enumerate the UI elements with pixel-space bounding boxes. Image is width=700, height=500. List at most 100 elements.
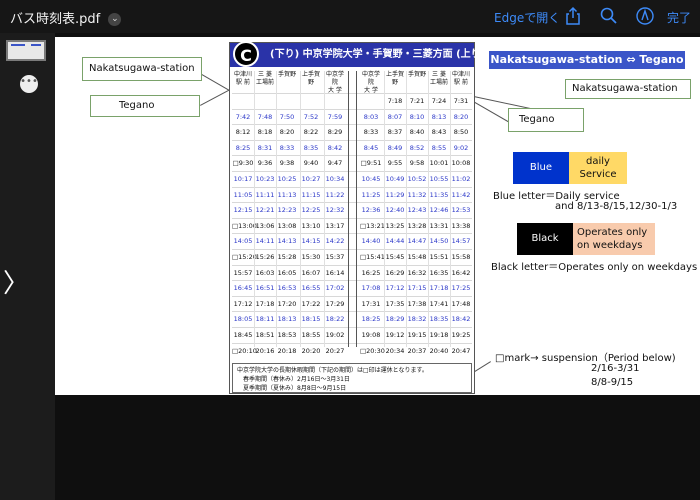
time-cell: 12:40 bbox=[385, 206, 405, 215]
time-cell: 8:43 bbox=[431, 128, 447, 137]
note-line: 中京学院大学の長期休暇期間（下記の期間）は□印は運休となります。 bbox=[237, 367, 428, 374]
legend-blue-box: Blue bbox=[513, 152, 569, 184]
time-cell: 20:34 bbox=[385, 346, 405, 355]
time-cell: 8:50 bbox=[453, 128, 469, 137]
time-cell: 13:38 bbox=[451, 221, 471, 230]
time-cell: 8:25 bbox=[235, 143, 251, 152]
time-cell: 8:45 bbox=[363, 143, 379, 152]
table-row: 12:15 12:21 12:23 12:25 12:32 12:36 12:40 12:43… bbox=[230, 204, 474, 216]
time-cell: 11:11 bbox=[255, 190, 275, 199]
time-cell: 20:27 bbox=[325, 346, 345, 355]
time-cell: □15:20 bbox=[232, 253, 257, 261]
time-cell: 17:35 bbox=[385, 299, 405, 308]
time-cell: 7:52 bbox=[303, 112, 319, 121]
grid-line bbox=[232, 342, 472, 344]
grid-line bbox=[232, 280, 472, 282]
time-cell: 14:22 bbox=[325, 237, 345, 246]
more-icon[interactable]: ••• bbox=[20, 75, 38, 93]
time-cell: 18:05 bbox=[233, 315, 253, 324]
time-cell: 13:25 bbox=[385, 221, 405, 230]
table-row: 16:45 16:51 16:53 16:55 17:02 17:08 17:12 17:15… bbox=[230, 282, 474, 294]
search-icon[interactable] bbox=[599, 6, 619, 26]
time-cell: 15:28 bbox=[277, 253, 297, 261]
callout-nakatsugawa-right: Nakatsugawa-station bbox=[565, 79, 691, 99]
thumbnail-bar bbox=[31, 44, 41, 46]
callout-tegano-right: Tegano bbox=[508, 108, 584, 132]
time-cell: 7:48 bbox=[257, 112, 273, 121]
time-cell: 17:08 bbox=[361, 284, 381, 293]
right-header: 手賀野 bbox=[407, 71, 426, 78]
time-cell: 10:23 bbox=[255, 175, 275, 183]
grid-line bbox=[232, 295, 472, 297]
time-cell: 16:14 bbox=[325, 268, 345, 277]
time-cell: 17:29 bbox=[325, 299, 345, 308]
grid-line bbox=[232, 124, 472, 126]
time-cell: 10:27 bbox=[301, 175, 321, 183]
time-cell: 15:37 bbox=[325, 253, 345, 261]
page-thumbnail[interactable] bbox=[6, 40, 46, 61]
table-row: 14:05 14:11 14:13 14:15 14:22 14:40 14:44 14:47… bbox=[230, 235, 474, 247]
legend-weekday-box: Operates only on weekdays bbox=[573, 223, 655, 255]
time-cell: 8:22 bbox=[303, 128, 319, 137]
legend-blue-desc: Blue letter＝Daily service bbox=[493, 191, 620, 202]
time-cell: 17:18 bbox=[255, 299, 275, 308]
column-line bbox=[324, 71, 325, 347]
time-cell: 7:21 bbox=[409, 97, 425, 105]
column-line bbox=[254, 71, 255, 347]
time-cell: 14:40 bbox=[361, 237, 381, 246]
time-cell: 12:43 bbox=[407, 206, 427, 215]
callout-nakatsugawa-left: Nakatsugawa-station bbox=[82, 57, 202, 81]
time-cell: 14:44 bbox=[385, 237, 405, 246]
time-cell: 14:57 bbox=[451, 237, 471, 246]
time-cell: 7:42 bbox=[235, 112, 251, 121]
time-cell: 17:38 bbox=[407, 299, 427, 308]
next-page-icon[interactable]: 〉 bbox=[3, 263, 29, 300]
grid-line bbox=[232, 93, 472, 94]
time-cell: 18:35 bbox=[429, 315, 449, 324]
time-cell: 16:05 bbox=[277, 268, 297, 277]
left-header: 手賀野 bbox=[277, 71, 296, 78]
time-cell: 17:18 bbox=[429, 284, 449, 293]
time-cell: 10:34 bbox=[325, 175, 345, 183]
time-cell: 16:42 bbox=[451, 268, 471, 277]
time-cell: 11:25 bbox=[361, 190, 381, 199]
suspension-note: 中京学院大学の長期休暇期間（下記の期間）は□印は運休となります。 春季期間（春休… bbox=[232, 363, 472, 393]
left-header: 上手賀野 bbox=[301, 71, 320, 86]
suspension-period-1: 2/16-3/31 bbox=[591, 363, 640, 374]
markup-icon[interactable] bbox=[635, 6, 655, 26]
chevron-down-icon[interactable]: ⌄ bbox=[108, 13, 122, 26]
time-cell: 8:03 bbox=[363, 112, 379, 121]
time-cell: 18:22 bbox=[325, 315, 345, 324]
time-cell: 15:51 bbox=[429, 253, 449, 261]
time-cell: 9:40 bbox=[303, 159, 319, 168]
time-cell: □20:10 bbox=[232, 346, 257, 355]
toolbar: バス時刻表.pdf ⌄ Edgeで開く 完了 bbox=[0, 0, 700, 33]
done-button[interactable]: 完了 bbox=[667, 9, 691, 26]
right-header: 三 菱 工場前 bbox=[429, 71, 448, 86]
time-cell: 17:41 bbox=[429, 299, 449, 308]
time-cell: 7:50 bbox=[279, 112, 295, 121]
file-name-button[interactable]: バス時刻表.pdf ⌄ bbox=[10, 8, 122, 27]
column-line bbox=[300, 71, 301, 347]
grid-line bbox=[232, 217, 472, 219]
time-cell: 8:20 bbox=[453, 112, 469, 121]
time-cell: 19:02 bbox=[325, 331, 345, 339]
divider-line bbox=[356, 71, 357, 347]
time-cell: 11:22 bbox=[325, 190, 345, 199]
table-row: 8:12 8:18 8:20 8:22 8:29 8:33 8:37 8:40 8:43 8:50 bbox=[230, 126, 474, 138]
share-icon[interactable] bbox=[563, 6, 583, 26]
time-cell: 9:36 bbox=[257, 159, 273, 168]
time-cell: 15:57 bbox=[233, 268, 253, 277]
time-cell: 10:17 bbox=[233, 175, 253, 183]
time-cell: 12:25 bbox=[301, 206, 321, 215]
time-cell: 18:15 bbox=[301, 315, 321, 324]
time-cell: 15:48 bbox=[407, 253, 427, 261]
time-cell: 8:52 bbox=[409, 143, 425, 152]
open-in-edge-button[interactable]: Edgeで開く bbox=[494, 9, 560, 26]
time-cell: □13:00 bbox=[232, 221, 257, 230]
legend-black-box: Black bbox=[517, 223, 573, 255]
time-cell: 17:48 bbox=[451, 299, 471, 308]
time-cell: □15:41 bbox=[360, 253, 385, 261]
time-cell: 8:31 bbox=[257, 143, 273, 152]
column-line bbox=[406, 71, 407, 347]
